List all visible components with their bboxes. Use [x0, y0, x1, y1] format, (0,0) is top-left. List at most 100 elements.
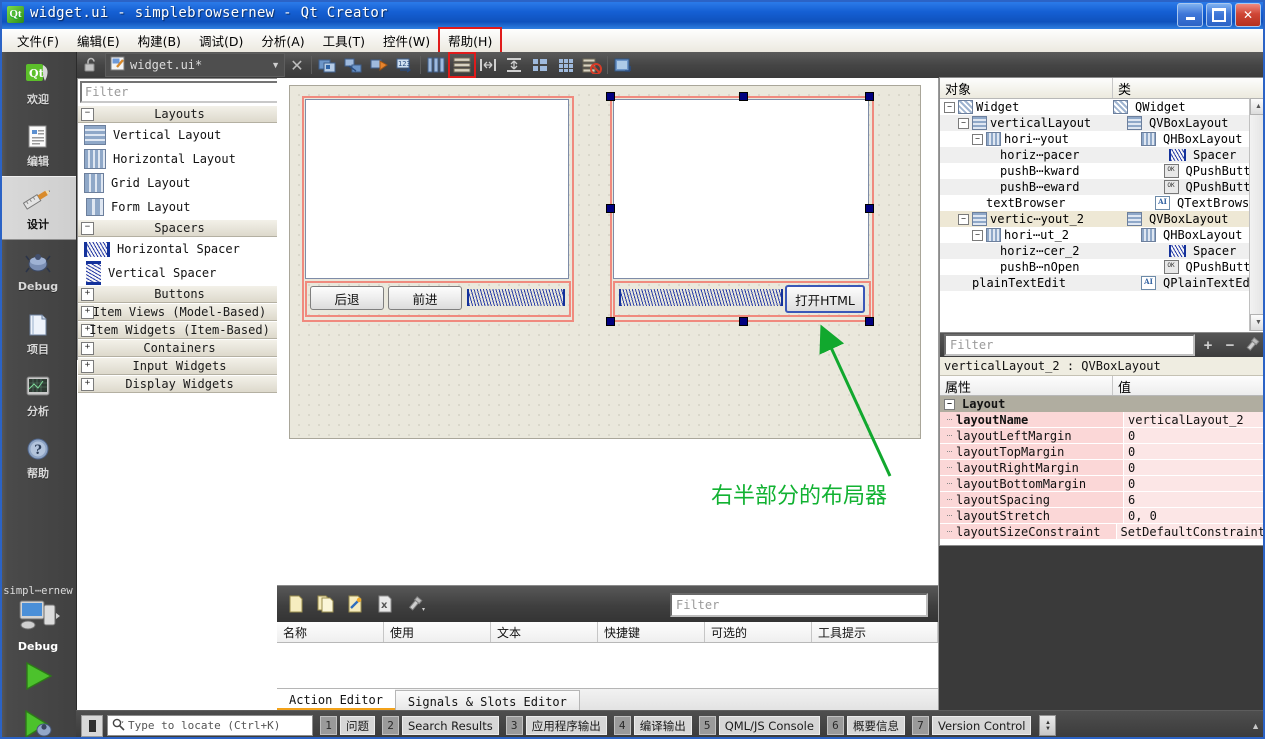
output-pane-toggle-icon[interactable]	[81, 714, 103, 737]
property-row-layoutBottomMargin[interactable]: layoutBottomMargin 0	[940, 476, 1265, 492]
widgetbox-category-input-widgets[interactable]: + Input Widgets	[78, 357, 281, 375]
column-text[interactable]: 文本	[491, 622, 598, 642]
object-tree[interactable]: − Widget QWidget − verticalLayout QVBoxL…	[940, 99, 1265, 311]
spin-down-icon[interactable]: ▼	[1045, 726, 1051, 732]
text-browser-widget[interactable]	[305, 99, 569, 279]
mode-analyze[interactable]: 分析	[0, 364, 76, 426]
tree-row-verticalLayout2[interactable]: − vertic⋯yout_2 QVBoxLayout	[940, 211, 1265, 227]
layout-vertically-icon[interactable]	[448, 52, 476, 78]
property-value[interactable]: 0	[1124, 476, 1265, 492]
action-table-body[interactable]	[277, 643, 938, 688]
widget-item-grid-layout[interactable]: Grid Layout	[78, 171, 281, 195]
horizontal-spacer-2[interactable]	[619, 289, 783, 306]
form-widget[interactable]: 后退 前进 打开HTML	[289, 85, 921, 439]
collapse-icon[interactable]: −	[944, 101, 955, 113]
close-button[interactable]: ✕	[1235, 3, 1261, 27]
edit-action-icon[interactable]	[345, 593, 367, 615]
form-editor-canvas-area[interactable]: 后退 前进 打开HTML 右半部分的布局器	[277, 78, 939, 585]
scroll-down-arrow-icon[interactable]: ▼	[1250, 314, 1265, 331]
selection-handle-bl[interactable]	[606, 317, 615, 326]
tree-row-horizontalSpacer2[interactable]: horiz⋯cer_2 Spacer	[940, 243, 1265, 259]
copy-action-icon[interactable]	[315, 593, 337, 615]
widget-box-filter-input[interactable]: Filter	[80, 81, 279, 103]
property-row-layoutName[interactable]: layoutName verticalLayout_2	[940, 412, 1265, 428]
tab-action-editor[interactable]: Action Editor	[277, 689, 395, 711]
menu-build[interactable]: 构建(B)	[129, 28, 190, 53]
column-checkable[interactable]: 可选的	[705, 622, 812, 642]
collapse-icon[interactable]: −	[958, 117, 969, 129]
selection-handle-tc[interactable]	[739, 92, 748, 101]
edit-buddies-icon[interactable]	[367, 54, 391, 76]
output-pane-application-output[interactable]: 3 应用程序输出	[505, 716, 607, 735]
selection-handle-ml[interactable]	[606, 204, 615, 213]
collapse-icon[interactable]: −	[972, 229, 983, 241]
widgetbox-category-item-widgets[interactable]: + Item Widgets (Item-Based)	[78, 321, 281, 339]
selection-handle-mr[interactable]	[865, 204, 874, 213]
selection-handle-br[interactable]	[865, 317, 874, 326]
output-pane-spinbox[interactable]: ▲ ▼	[1039, 715, 1057, 736]
open-html-button[interactable]: 打开HTML	[785, 285, 865, 313]
adjust-size-icon[interactable]	[611, 54, 635, 76]
kit-target-button[interactable]: Debug	[0, 597, 76, 653]
column-used[interactable]: 使用	[384, 622, 491, 642]
layout-horizontally-icon[interactable]	[424, 54, 448, 76]
mode-edit[interactable]: 编辑	[0, 114, 76, 176]
output-pane-issues[interactable]: 1 问题	[320, 716, 375, 735]
widgetbox-category-display-widgets[interactable]: + Display Widgets	[78, 375, 281, 393]
layout-vertical-2[interactable]: 打开HTML	[606, 92, 874, 326]
widgetbox-category-containers[interactable]: + Containers	[78, 339, 281, 357]
column-shortcut[interactable]: 快捷键	[598, 622, 705, 642]
tree-row-pushButtonBackward[interactable]: pushB⋯kward OK QPushButton	[940, 163, 1265, 179]
property-row-layoutRightMargin[interactable]: layoutRightMargin 0	[940, 460, 1265, 476]
column-object[interactable]: 对象	[940, 78, 1113, 98]
object-inspector-scrollbar[interactable]: ▲ ▼	[1249, 98, 1265, 331]
menu-help[interactable]: 帮助(H)	[438, 27, 503, 54]
tree-row-pushButtonForward[interactable]: pushB⋯eward OK QPushButton	[940, 179, 1265, 195]
widget-item-vertical-layout[interactable]: Vertical Layout	[78, 123, 281, 147]
unlocked-padlock-icon[interactable]	[81, 55, 101, 75]
locator-input[interactable]: Type to locate (Ctrl+K)	[107, 715, 313, 736]
mode-welcome[interactable]: Qt 欢迎	[0, 52, 76, 114]
widget-item-horizontal-spacer[interactable]: Horizontal Spacer	[78, 237, 281, 261]
run-button[interactable]	[0, 653, 76, 701]
property-group-layout[interactable]: − Layout	[940, 396, 1265, 412]
collapse-icon[interactable]: −	[944, 398, 955, 410]
menu-debug[interactable]: 调试(D)	[190, 28, 252, 53]
collapse-icon[interactable]: −	[972, 133, 983, 145]
minimize-button[interactable]	[1177, 3, 1203, 27]
menu-edit[interactable]: 编辑(E)	[68, 28, 129, 53]
column-property[interactable]: 属性	[940, 376, 1113, 395]
new-action-icon[interactable]	[285, 593, 307, 615]
layout-in-splitter-vertical-icon[interactable]	[502, 54, 526, 76]
property-value[interactable]: 0	[1124, 460, 1265, 476]
menu-analyze[interactable]: 分析(A)	[252, 28, 313, 53]
property-value[interactable]: 6	[1124, 492, 1265, 508]
horizontal-spacer-1[interactable]	[467, 289, 565, 306]
tree-row-pushButtonOpen[interactable]: pushB⋯nOpen OK QPushButton	[940, 259, 1265, 275]
layout-horizontal-2[interactable]: 打开HTML	[613, 281, 871, 317]
property-value[interactable]: 0	[1124, 428, 1265, 444]
tree-row-widget[interactable]: − Widget QWidget	[940, 99, 1265, 115]
selection-handle-tl[interactable]	[606, 92, 615, 101]
layout-in-splitter-horizontal-icon[interactable]	[476, 54, 500, 76]
column-name[interactable]: 名称	[277, 622, 384, 642]
property-value[interactable]: 0	[1124, 444, 1265, 460]
delete-action-icon[interactable]: x	[375, 593, 397, 615]
widgetbox-category-buttons[interactable]: + Buttons	[78, 285, 281, 303]
widgetbox-category-item-views[interactable]: + Item Views (Model-Based)	[78, 303, 281, 321]
tree-row-verticalLayout[interactable]: − verticalLayout QVBoxLayout	[940, 115, 1265, 131]
layout-in-grid-icon[interactable]	[554, 54, 578, 76]
layout-in-form-layout-icon[interactable]	[528, 54, 552, 76]
widget-item-form-layout[interactable]: Form Layout	[78, 195, 281, 219]
tree-row-plainTextEdit[interactable]: plainTextEdit AI QPlainTextEdit	[940, 275, 1265, 291]
selection-handle-tr[interactable]	[865, 92, 874, 101]
widget-item-vertical-spacer[interactable]: Vertical Spacer	[78, 261, 281, 285]
menu-file[interactable]: 文件(F)	[8, 28, 68, 53]
action-editor-filter-input[interactable]: Filter	[670, 593, 928, 617]
property-value[interactable]: 0, 0	[1124, 508, 1265, 524]
tree-row-horizontalLayout[interactable]: − hori⋯yout QHBoxLayout	[940, 131, 1265, 147]
column-value[interactable]: 值	[1113, 376, 1265, 395]
output-pane-qml-js-console[interactable]: 5 QML/JS Console	[698, 716, 820, 735]
collapse-output-icon[interactable]: ▲	[1251, 721, 1260, 731]
widget-item-horizontal-layout[interactable]: Horizontal Layout	[78, 147, 281, 171]
